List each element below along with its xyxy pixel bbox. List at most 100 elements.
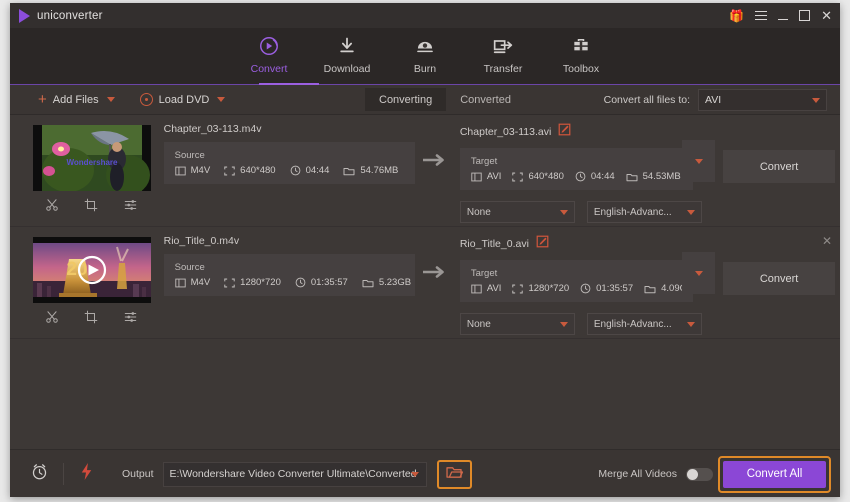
conversion-arrow xyxy=(415,153,458,167)
download-icon xyxy=(337,35,357,57)
convert-all-button[interactable]: Convert All xyxy=(723,460,826,488)
convert-icon xyxy=(258,35,280,57)
trim-scissors-icon[interactable] xyxy=(45,198,59,217)
video-thumbnail[interactable]: Wondershare xyxy=(32,125,151,191)
bottom-bar: Output E:\Wondershare Video Converter Ul… xyxy=(10,449,840,497)
edit-pencil-icon[interactable] xyxy=(536,235,549,253)
app-root: uniconverter 🎁 ✕ Convert Download Burn T… xyxy=(0,0,850,502)
tab-transfer[interactable]: Transfer xyxy=(464,28,542,75)
load-dvd-button[interactable]: Load DVD xyxy=(139,93,209,106)
audio-track-select-value: English-Advanc... xyxy=(593,318,672,330)
row-action-column: Convert xyxy=(723,150,840,183)
effects-settings-icon[interactable] xyxy=(123,198,138,217)
merge-all-videos-toggle[interactable] xyxy=(686,467,713,481)
merge-all-videos-group: Merge All Videos xyxy=(598,467,713,481)
edit-pencil-icon[interactable] xyxy=(558,123,571,141)
folder-icon xyxy=(626,172,638,182)
close-icon[interactable]: ✕ xyxy=(821,9,832,22)
target-select-group: None English-Advanc... xyxy=(459,201,715,223)
lightning-bolt-icon[interactable] xyxy=(79,462,94,486)
subtitle-select-value: None xyxy=(466,206,491,218)
video-thumbnail[interactable]: 20 xyxy=(32,237,151,303)
disc-icon xyxy=(139,93,153,106)
convert-all-to-select[interactable]: AVI xyxy=(698,89,827,111)
source-resolution: 1280*720 xyxy=(224,277,281,288)
load-dvd-dropdown-caret-icon[interactable] xyxy=(217,97,226,102)
transfer-icon xyxy=(492,35,514,57)
convert-all-to-value: AVI xyxy=(705,94,722,106)
bottom-divider xyxy=(63,463,64,485)
open-folder-icon xyxy=(445,465,463,484)
effects-settings-icon[interactable] xyxy=(123,310,138,329)
toolbox-icon xyxy=(571,35,591,57)
resolution-icon xyxy=(224,278,235,288)
minimize-icon[interactable] xyxy=(778,11,789,20)
alarm-clock-icon[interactable] xyxy=(30,462,49,486)
tab-burn[interactable]: Burn xyxy=(386,28,464,75)
hamburger-menu-icon[interactable] xyxy=(755,8,768,23)
chevron-down-icon xyxy=(694,158,703,164)
app-logo: uniconverter xyxy=(19,8,103,23)
add-files-dropdown-caret-icon[interactable] xyxy=(106,97,115,102)
target-column: Chapter_03-113.avi Target AVI 640*480 04… xyxy=(459,123,716,223)
audio-track-select[interactable]: English-Advanc... xyxy=(586,201,702,223)
source-column: Chapter_03-113.m4v Source M4V 640*480 04… xyxy=(163,123,415,184)
chevron-down-icon[interactable] xyxy=(410,471,419,477)
maximize-icon[interactable] xyxy=(799,10,811,21)
target-file-name-row: Chapter_03-113.avi xyxy=(460,123,715,141)
convert-button[interactable]: Convert xyxy=(723,262,836,295)
source-panel-title: Source xyxy=(174,150,205,161)
target-column: Rio_Title_0.avi Target AVI 1280*720 01:3… xyxy=(459,235,716,335)
subtitle-select[interactable]: None xyxy=(459,313,575,335)
thumbnail-tools xyxy=(33,310,151,329)
source-size: 5.23GB xyxy=(362,277,411,288)
source-file-name: Chapter_03-113.m4v xyxy=(163,123,262,135)
tab-download[interactable]: Download xyxy=(308,28,386,75)
burn-icon xyxy=(415,35,435,57)
source-format: M4V xyxy=(174,277,210,288)
crop-icon[interactable] xyxy=(84,198,98,217)
crop-icon[interactable] xyxy=(84,310,98,329)
remove-row-close-icon[interactable]: ✕ xyxy=(822,235,832,247)
table-row: Wondershare Chapter_03-113.m4v Source M4… xyxy=(10,115,840,227)
convert-all-to-group: Convert all files to: AVI xyxy=(604,89,827,111)
tab-converting[interactable]: Converting xyxy=(365,88,447,111)
tab-burn-label: Burn xyxy=(413,63,437,75)
row-action-column: Convert xyxy=(723,262,840,295)
file-toolbar: + Add Files Load DVD Converting Converte… xyxy=(10,85,840,115)
app-title: uniconverter xyxy=(37,9,103,22)
browse-folder-button[interactable] xyxy=(436,459,472,489)
chevron-down-icon xyxy=(559,321,568,327)
convert-button[interactable]: Convert xyxy=(723,150,836,183)
source-panel-title: Source xyxy=(174,262,205,273)
tab-converted[interactable]: Converted xyxy=(446,88,525,111)
window-controls: 🎁 ✕ xyxy=(729,3,832,28)
output-path-value: E:\Wondershare Video Converter Ultimate\… xyxy=(169,468,417,480)
status-tabs: Converting Converted xyxy=(365,88,525,111)
gift-icon[interactable]: 🎁 xyxy=(729,10,744,22)
output-path-input[interactable]: E:\Wondershare Video Converter Ultimate\… xyxy=(162,461,427,487)
subtitle-select[interactable]: None xyxy=(459,201,575,223)
tab-convert[interactable]: Convert xyxy=(230,28,308,75)
target-file-name: Rio_Title_0.avi xyxy=(459,238,529,250)
trim-scissors-icon[interactable] xyxy=(45,310,59,329)
merge-all-videos-label: Merge All Videos xyxy=(598,468,677,480)
chevron-down-icon xyxy=(686,321,695,327)
target-format-dropdown[interactable] xyxy=(682,140,716,182)
tab-toolbox[interactable]: Toolbox xyxy=(542,28,620,75)
target-resolution: 640*480 xyxy=(512,171,564,182)
source-column: Rio_Title_0.m4v Source M4V 1280*720 01:3… xyxy=(163,235,415,296)
table-row: 20 Rio_Title_0.m4v Source M4V 1280*720 0… xyxy=(10,227,840,339)
add-files-label: Add Files xyxy=(52,93,99,106)
target-panel: Target AVI 1280*720 01:35:57 4.09GB xyxy=(459,260,693,302)
tab-convert-label: Convert xyxy=(250,63,288,75)
folder-icon xyxy=(362,278,374,288)
add-files-button[interactable]: + Add Files xyxy=(38,92,99,107)
plus-icon: + xyxy=(38,91,47,108)
target-format-dropdown[interactable] xyxy=(682,252,716,294)
thumbnail-column: 20 xyxy=(28,237,156,329)
thumbnail-tools xyxy=(33,198,151,217)
target-size: 54.53MB xyxy=(626,171,681,182)
target-panel-title: Target xyxy=(470,156,498,167)
audio-track-select[interactable]: English-Advanc... xyxy=(586,313,702,335)
